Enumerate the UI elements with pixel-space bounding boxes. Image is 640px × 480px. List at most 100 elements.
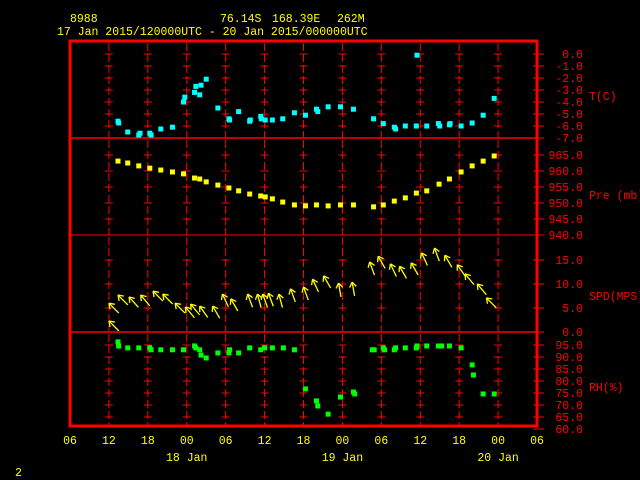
x-tick-label: 06 (374, 435, 388, 448)
data-point-humidity (169, 347, 175, 353)
data-point-humidity (125, 345, 131, 351)
y-tick-label: 945.0 (548, 214, 583, 227)
data-point-temperature (469, 120, 475, 126)
date-label: 18 Jan (166, 452, 207, 465)
wind-arrow (464, 273, 475, 286)
data-point-temperature (414, 52, 420, 58)
x-tick-label: 12 (258, 435, 272, 448)
data-point-temperature (148, 132, 154, 138)
wind-arrow (443, 254, 453, 268)
wind-arrow-head (245, 293, 249, 301)
wind-arrow (128, 296, 139, 308)
data-point-pressure (215, 182, 221, 188)
data-point-humidity (325, 411, 331, 417)
data-point-humidity (469, 362, 475, 368)
data-point-pressure (402, 195, 408, 201)
wind-arrow (140, 294, 151, 307)
data-point-temperature (491, 95, 497, 101)
wind-arrow-head (260, 293, 264, 301)
data-point-temperature (269, 117, 275, 123)
data-point-temperature (380, 121, 386, 127)
data-point-humidity (158, 347, 164, 353)
wind-arrow (152, 290, 164, 302)
wind-arrow-head (464, 273, 467, 280)
data-point-humidity (446, 343, 452, 349)
y-tick-label: 940.0 (548, 230, 583, 243)
data-point-pressure (236, 188, 242, 194)
y-tick-label: -7.0 (555, 133, 583, 146)
y-tick-label: 960.0 (548, 166, 583, 179)
y-tick-label: 965.0 (548, 150, 583, 163)
data-point-humidity (247, 345, 253, 351)
wind-arrow-head (140, 294, 142, 302)
wind-arrow (117, 294, 129, 306)
data-point-pressure (125, 160, 131, 166)
data-point-humidity (215, 350, 221, 356)
page-number: 2 (15, 467, 22, 480)
wind-arrow-head (266, 292, 270, 300)
y-tick-label: 15.0 (555, 255, 583, 268)
data-point-humidity (371, 347, 377, 353)
data-point-temperature (302, 112, 308, 118)
data-point-temperature (197, 92, 203, 98)
data-point-humidity (236, 350, 242, 356)
wind-arrow (456, 264, 466, 277)
wind-arrow-head (276, 293, 280, 300)
station-longitude: 168.39E (272, 13, 320, 26)
data-point-humidity (227, 347, 233, 353)
wind-arrow (108, 320, 120, 332)
wind-arrow (322, 275, 332, 289)
data-point-humidity (480, 391, 486, 397)
data-point-humidity (280, 345, 286, 351)
wind-arrow-head (301, 286, 305, 293)
y-tick-label: 5.0 (562, 303, 583, 316)
data-point-temperature (402, 123, 408, 129)
data-point-pressure (181, 171, 187, 177)
wind-arrow (199, 305, 209, 318)
wind-arrow-head (349, 281, 353, 288)
data-point-humidity (302, 386, 308, 392)
wind-arrow (301, 286, 309, 301)
wind-arrow-head (335, 282, 340, 289)
time-period: 17 Jan 2015/120000UTC - 20 Jan 2015/0000… (57, 26, 368, 39)
date-label: 20 Jan (477, 452, 518, 465)
y-axis-label: SPD(MPS) (589, 291, 640, 304)
x-tick-label: 12 (102, 435, 116, 448)
wind-arrow (485, 297, 497, 309)
data-point-pressure (424, 188, 430, 194)
data-point-humidity (402, 345, 408, 351)
data-point-pressure (247, 191, 253, 197)
data-point-temperature (262, 117, 268, 123)
data-point-pressure (446, 176, 452, 182)
data-point-pressure (350, 202, 356, 208)
data-point-temperature (371, 116, 377, 122)
data-point-humidity (439, 343, 445, 349)
data-point-humidity (203, 355, 209, 361)
data-point-temperature (215, 105, 221, 111)
data-point-pressure (115, 158, 121, 164)
data-point-humidity (414, 343, 420, 349)
data-point-humidity (291, 347, 297, 353)
data-point-pressure (337, 202, 343, 208)
data-point-pressure (469, 163, 475, 169)
data-point-temperature (280, 116, 286, 122)
header: 8988 76.14S 168.39E 262M 17 Jan 2015/120… (57, 13, 368, 39)
grid (70, 43, 537, 426)
y-tick-label: 950.0 (548, 198, 583, 211)
wind-arrow (229, 298, 239, 312)
wind-arrow (398, 265, 408, 279)
data-point-pressure (371, 204, 377, 210)
y-tick-label: 60.0 (555, 424, 583, 437)
wind-arrow-head (367, 261, 371, 268)
wind-arrow-head (288, 288, 292, 295)
data-point-pressure (262, 194, 268, 200)
data-point-temperature (116, 120, 122, 126)
wind-arrow (245, 293, 254, 308)
data-point-humidity (116, 343, 122, 349)
wind-arrow (189, 303, 201, 316)
wind-arrow-head (189, 304, 192, 311)
data-point-temperature (181, 99, 187, 105)
data-point-temperature (192, 89, 198, 95)
station-id: 8988 (70, 13, 98, 26)
data-point-humidity (393, 345, 399, 351)
